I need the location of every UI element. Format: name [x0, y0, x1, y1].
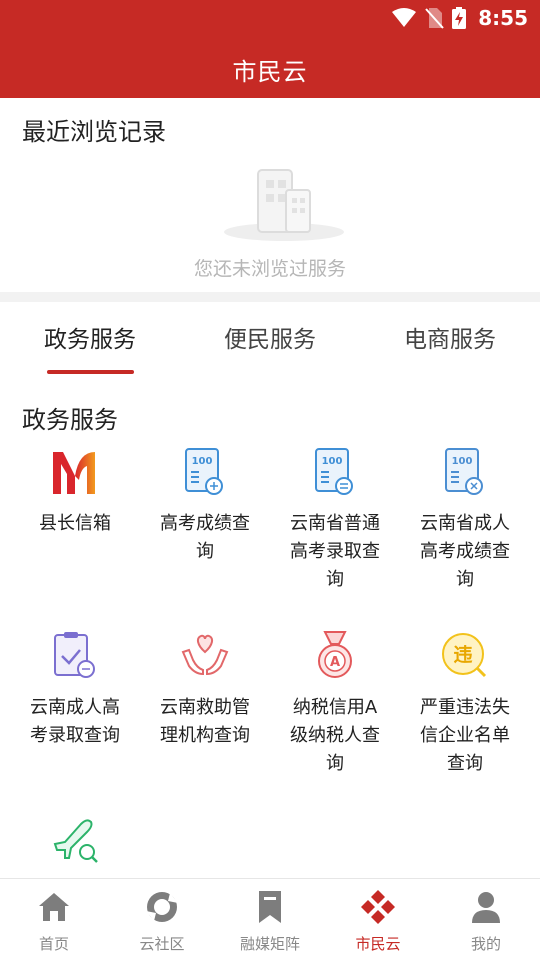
page-title: 市民云	[232, 58, 308, 86]
service-flight-search[interactable]	[10, 814, 140, 866]
svg-text:100: 100	[322, 456, 343, 467]
status-bar: 8:55	[392, 6, 528, 30]
service-adult-score[interactable]: 100 云南省成人高考成绩查询	[400, 446, 530, 594]
svg-text:100: 100	[192, 456, 213, 467]
nav-profile[interactable]: 我的	[432, 879, 540, 961]
rescue-hands-heart-icon	[181, 634, 229, 676]
active-tab-indicator	[47, 370, 134, 374]
bottom-nav: 首页 云社区 融媒矩阵 市民云 我的	[0, 878, 540, 961]
service-label: 县长信箱	[39, 513, 111, 534]
empty-buildings-illustration	[224, 169, 344, 241]
community-icon	[146, 892, 178, 922]
bookmark-icon	[259, 891, 281, 923]
svg-text:A: A	[330, 655, 340, 670]
nav-label: 融媒矩阵	[239, 935, 300, 953]
violation-badge-icon: 违	[442, 633, 487, 678]
service-admission-query[interactable]: 100 云南省普通高考录取查询	[270, 446, 400, 594]
nav-label: 市民云	[355, 935, 401, 953]
recent-section: 最近浏览记录 您还未浏览过服务	[0, 98, 540, 292]
status-time: 8:55	[478, 6, 528, 30]
adult-admission-clipboard-icon	[54, 632, 95, 678]
service-mailbox[interactable]: 县长信箱	[10, 446, 140, 538]
profile-icon	[472, 892, 500, 923]
no-sim-icon	[425, 8, 444, 29]
mailbox-logo-icon	[53, 452, 95, 494]
nav-community[interactable]: 云社区	[108, 879, 216, 961]
svg-text:违: 违	[453, 644, 472, 666]
service-adult-admission[interactable]: 云南成人高考录取查询	[10, 630, 140, 750]
recent-title: 最近浏览记录	[22, 118, 166, 146]
nav-label: 首页	[38, 935, 69, 953]
admission-100-icon: 100	[315, 448, 353, 495]
nav-media-matrix[interactable]: 融媒矩阵	[216, 879, 324, 961]
score-100-icon: 100	[185, 448, 223, 495]
flight-search-icon	[53, 819, 98, 863]
tax-medal-a-icon: A	[318, 631, 352, 678]
service-gaokao-score[interactable]: 100 高考成绩查询	[140, 446, 270, 566]
service-label: 云南成人高考录取查询	[30, 697, 120, 746]
tab-ecommerce-services[interactable]: 电商服务	[360, 320, 540, 354]
section-divider	[0, 292, 540, 302]
adult-score-100-icon: 100	[445, 448, 483, 495]
service-rescue-agency[interactable]: 云南救助管理机构查询	[140, 630, 270, 750]
empty-state-text: 您还未浏览过服务	[193, 258, 346, 280]
service-violation-list[interactable]: 违 严重违法失信企业名单查询	[400, 630, 530, 778]
wifi-icon	[392, 8, 417, 27]
service-label: 云南救助管理机构查询	[160, 697, 250, 746]
service-tabs: 政务服务 便民服务 电商服务	[0, 302, 540, 378]
service-label: 严重违法失信企业名单查询	[420, 697, 510, 774]
citizen-cloud-icon	[361, 890, 395, 924]
nav-label: 我的	[470, 935, 501, 953]
service-label: 高考成绩查询	[160, 513, 250, 562]
nav-label: 云社区	[139, 935, 185, 953]
tab-government-services[interactable]: 政务服务	[0, 320, 180, 354]
svg-text:100: 100	[452, 456, 473, 467]
service-label: 纳税信用A级纳税人查询	[290, 697, 380, 774]
service-label: 云南省成人高考成绩查询	[420, 513, 510, 590]
service-tax-credit[interactable]: A 纳税信用A级纳税人查询	[270, 630, 400, 778]
battery-charging-icon	[452, 7, 467, 29]
app-header: 8:55 市民云	[0, 0, 540, 98]
section-title: 政务服务	[22, 406, 118, 434]
nav-citizen-cloud[interactable]: 市民云	[324, 879, 432, 961]
tab-convenience-services[interactable]: 便民服务	[180, 320, 360, 354]
service-label: 云南省普通高考录取查询	[290, 513, 380, 590]
home-icon	[39, 893, 69, 921]
nav-home[interactable]: 首页	[0, 879, 108, 961]
